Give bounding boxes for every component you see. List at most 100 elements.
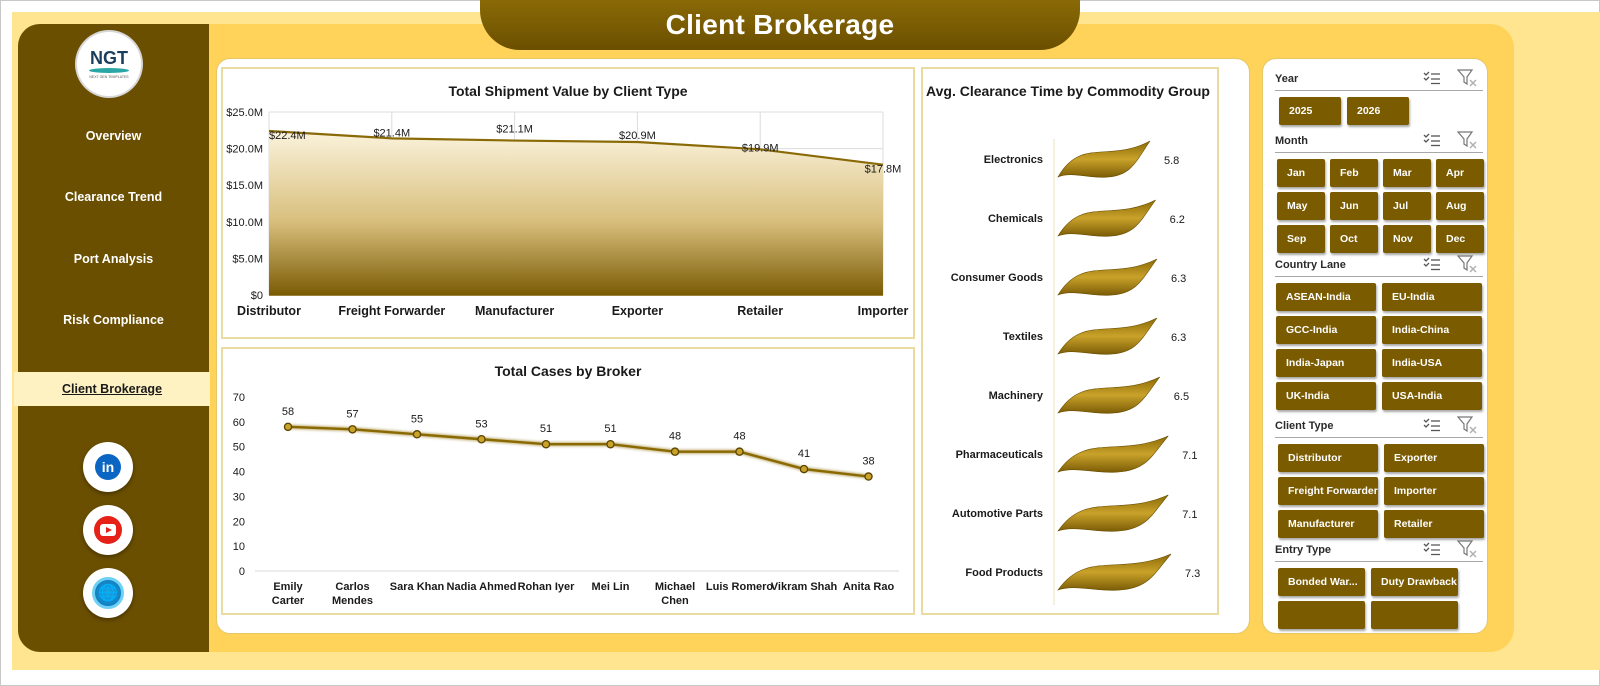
- clear-filter-icon[interactable]: [1456, 131, 1477, 149]
- y-tick-label: 10: [233, 541, 245, 553]
- data-point[interactable]: [799, 464, 809, 474]
- clear-filter-icon[interactable]: [1456, 540, 1477, 558]
- title-banner: Client Brokerage: [480, 0, 1080, 50]
- multi-select-icon[interactable]: [1423, 133, 1441, 147]
- multi-select-icon[interactable]: [1423, 418, 1441, 432]
- data-point[interactable]: [477, 435, 486, 444]
- data-point[interactable]: [283, 422, 293, 432]
- multi-select-icon[interactable]: [1423, 542, 1441, 556]
- commodity-bar[interactable]: [1057, 199, 1156, 237]
- slicer-button[interactable]: ASEAN-India: [1276, 283, 1376, 311]
- slicer-button[interactable]: Feb: [1330, 159, 1378, 187]
- nav-risk-compliance[interactable]: Risk Compliance: [18, 313, 209, 327]
- category-label: Automotive Parts: [952, 508, 1043, 520]
- slicer-button[interactable]: India-USA: [1382, 349, 1482, 377]
- shipment-value-card: Total Shipment Value by Client Type $0 $5…: [221, 67, 915, 339]
- multi-select-icon[interactable]: [1423, 257, 1441, 271]
- y-tick-label: 30: [233, 491, 245, 503]
- category-label: Machinery: [989, 390, 1044, 402]
- commodity-bar[interactable]: [1057, 140, 1151, 178]
- data-point[interactable]: [864, 472, 873, 481]
- category-label: Food Products: [965, 567, 1043, 579]
- slicer-button[interactable]: Jan: [1277, 159, 1325, 187]
- commodity-bar[interactable]: [1057, 553, 1172, 591]
- slicer-button[interactable]: Retailer: [1384, 510, 1484, 538]
- x-category-label: Carter: [272, 595, 305, 607]
- y-tick-label: 20: [233, 516, 245, 528]
- logo-text: NGT: [90, 48, 128, 68]
- data-point[interactable]: [348, 425, 357, 434]
- logo-tagline: NEXT GEN TEMPLATES: [89, 75, 129, 79]
- slicer-button[interactable]: Manufacturer: [1278, 510, 1378, 538]
- slicer-button[interactable]: 2026: [1347, 97, 1409, 125]
- slicer-button[interactable]: UK-India: [1276, 382, 1376, 410]
- x-category-label: Michael: [655, 581, 695, 593]
- commodity-bar[interactable]: [1057, 494, 1169, 532]
- x-category-label: Emily: [273, 581, 303, 593]
- slicer-button[interactable]: Distributor: [1278, 444, 1378, 472]
- commodity-bar[interactable]: [1057, 376, 1161, 414]
- slicer-header-month: Month: [1275, 129, 1483, 153]
- slicer-button[interactable]: Dec: [1436, 225, 1484, 253]
- page-title: Client Brokerage: [665, 9, 895, 40]
- slicer-button[interactable]: Apr: [1436, 159, 1484, 187]
- slicer-button[interactable]: Jul: [1383, 192, 1431, 220]
- slicer-button[interactable]: USA-India: [1382, 382, 1482, 410]
- slicer-button[interactable]: [1371, 601, 1458, 629]
- clear-filter-icon[interactable]: [1456, 255, 1477, 273]
- data-label: 6.3: [1171, 273, 1186, 285]
- multi-select-icon[interactable]: [1423, 71, 1441, 85]
- youtube-button[interactable]: [83, 505, 133, 555]
- slicer-button[interactable]: Nov: [1383, 225, 1431, 253]
- slicer-button[interactable]: Aug: [1436, 192, 1484, 220]
- slicer-header-country-lane: Country Lane: [1275, 253, 1483, 277]
- category-label: Chemicals: [988, 213, 1043, 225]
- slicer-button[interactable]: 2025: [1279, 97, 1341, 125]
- slicer-button[interactable]: Jun: [1330, 192, 1378, 220]
- slicer-button[interactable]: Importer: [1384, 477, 1484, 505]
- commodity-bar[interactable]: [1057, 435, 1169, 473]
- data-point[interactable]: [670, 447, 680, 456]
- category-label: Consumer Goods: [951, 272, 1043, 284]
- slicer-button[interactable]: Sep: [1277, 225, 1325, 253]
- slicer-button[interactable]: [1278, 601, 1365, 629]
- data-label: 51: [604, 423, 616, 435]
- slicer-button[interactable]: May: [1277, 192, 1325, 220]
- slicer-header-client-type: Client Type: [1275, 414, 1483, 438]
- nav-clearance-trend[interactable]: Clearance Trend: [18, 190, 209, 204]
- slicer-header-year: Year: [1275, 67, 1483, 91]
- data-label: 38: [862, 456, 874, 468]
- data-label: $22.4M: [269, 130, 306, 142]
- x-category-label: Anita Rao: [843, 581, 895, 593]
- clear-filter-icon[interactable]: [1456, 416, 1477, 434]
- slicer-button[interactable]: Exporter: [1384, 444, 1484, 472]
- y-tick-label: 50: [233, 442, 245, 454]
- data-point[interactable]: [541, 439, 551, 449]
- data-point[interactable]: [412, 430, 422, 439]
- slicer-button[interactable]: Freight Forwarder: [1278, 477, 1378, 505]
- data-label: 6.3: [1171, 332, 1186, 344]
- slicer-button[interactable]: India-Japan: [1276, 349, 1376, 377]
- linkedin-button[interactable]: in: [83, 442, 133, 492]
- data-point[interactable]: [606, 439, 615, 449]
- x-category-label: Importer: [858, 304, 909, 318]
- slicer-button[interactable]: Mar: [1383, 159, 1431, 187]
- slicer-button[interactable]: Duty Drawback: [1371, 568, 1458, 596]
- x-category-label: Sara Khan: [390, 581, 445, 593]
- nav-overview[interactable]: Overview: [18, 129, 209, 143]
- slicer-button[interactable]: Oct: [1330, 225, 1378, 253]
- nav-port-analysis[interactable]: Port Analysis: [18, 252, 209, 266]
- slicer-button[interactable]: EU-India: [1382, 283, 1482, 311]
- slicer-button[interactable]: India-China: [1382, 316, 1482, 344]
- commodity-bar[interactable]: [1057, 317, 1158, 355]
- slicer-button[interactable]: GCC-India: [1276, 316, 1376, 344]
- youtube-icon: [94, 516, 122, 544]
- nav-client-brokerage[interactable]: Client Brokerage: [14, 372, 210, 406]
- category-label: Pharmaceuticals: [956, 449, 1043, 461]
- slicer-button[interactable]: Bonded War...: [1278, 568, 1365, 596]
- website-button[interactable]: 🌐: [83, 568, 133, 618]
- commodity-bar[interactable]: [1057, 258, 1158, 296]
- data-point[interactable]: [735, 447, 744, 456]
- clear-filter-icon[interactable]: [1456, 69, 1477, 87]
- data-label: 7.1: [1182, 509, 1197, 521]
